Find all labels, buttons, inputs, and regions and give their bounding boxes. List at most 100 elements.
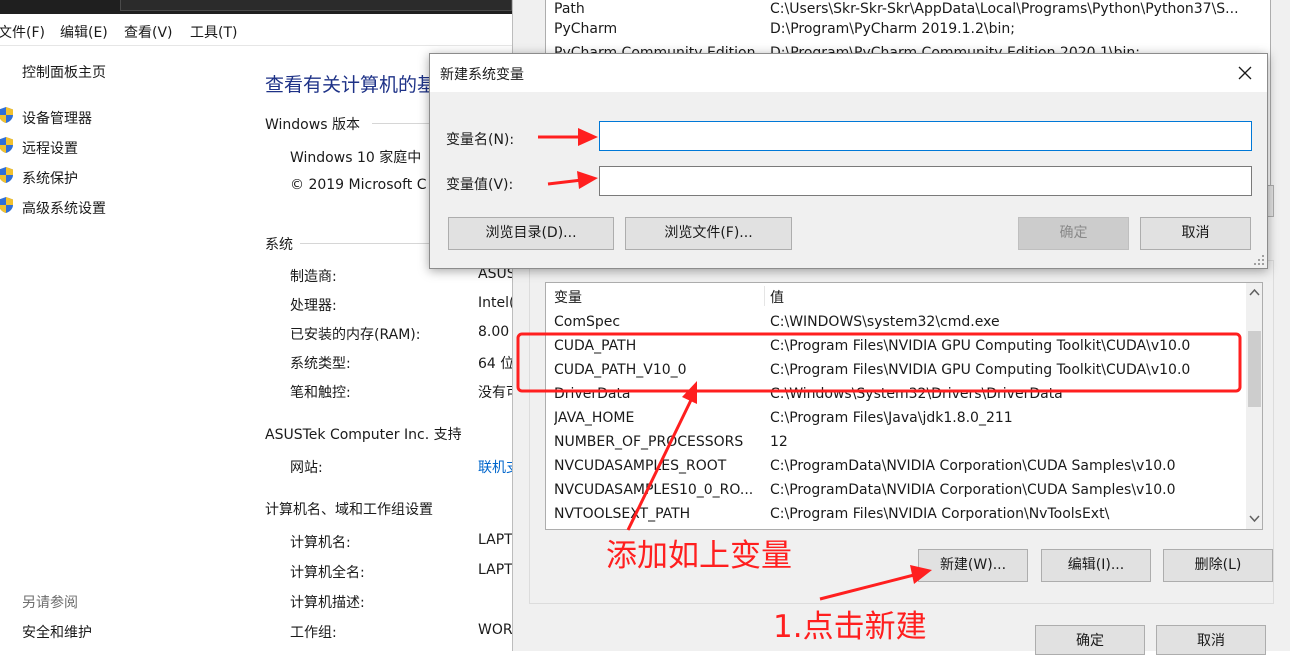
var-value: C:\ProgramData\NVIDIA Corporation\CUDA S… xyxy=(770,482,1176,498)
processor-value: Intel( xyxy=(478,295,512,311)
var-name: PyCharm xyxy=(554,21,618,37)
var-name: DriverData xyxy=(554,386,631,402)
shield-icon xyxy=(0,197,13,213)
cancel-button-label: 取消 xyxy=(1197,633,1225,649)
dialog-titlebar[interactable]: 新建系统变量 xyxy=(430,54,1267,92)
new-variable-button[interactable]: 新建(W)... xyxy=(918,549,1028,582)
table-row[interactable]: NVCUDASAMPLES_ROOT C:\ProgramData\NVIDIA … xyxy=(546,454,1262,478)
page-title: 查看有关计算机的基 xyxy=(265,74,437,96)
table-row[interactable]: DriverData C:\Windows\System32\Drivers\Dr… xyxy=(546,382,1262,406)
browse-directory-button[interactable]: 浏览目录(D)... xyxy=(448,217,614,250)
copyright-text: © 2019 Microsoft C xyxy=(290,177,427,193)
table-row[interactable]: NUMBER_OF_PROCESSORS 12 xyxy=(546,430,1262,454)
var-value: C:\Windows\System32\Drivers\DriverData xyxy=(770,386,1063,402)
address-bar-edge xyxy=(120,0,512,11)
table-row[interactable]: CUDA_PATH_V10_0 C:\Program Files\NVIDIA G… xyxy=(546,358,1262,382)
full-name-value: LAPT xyxy=(478,562,512,578)
dialog-title: 新建系统变量 xyxy=(440,67,524,83)
new-system-variable-dialog: 新建系统变量 变量名(N): 变量值(V): 浏览目录(D)... 浏览文件(F… xyxy=(429,53,1268,269)
var-name: CUDA_PATH xyxy=(554,338,637,354)
dialog-cancel-label: 取消 xyxy=(1181,225,1210,241)
nav-remote-settings[interactable]: 远程设置 xyxy=(22,138,78,158)
var-value: C:\Program Files\Java\jdk1.8.0_211 xyxy=(770,410,1013,426)
browse-file-button[interactable]: 浏览文件(F)... xyxy=(625,217,792,250)
var-name: CUDA_PATH_V10_0 xyxy=(554,362,687,378)
close-icon[interactable] xyxy=(1238,66,1252,80)
variable-value-input[interactable] xyxy=(599,166,1252,196)
menu-tools[interactable]: 工具(T) xyxy=(190,22,237,42)
edit-variable-button[interactable]: 编辑(I)... xyxy=(1041,549,1151,582)
shield-icon xyxy=(0,107,13,123)
manufacturer-label: 制造商: xyxy=(290,269,337,285)
nav-security-maintenance[interactable]: 安全和维护 xyxy=(22,622,92,642)
var-name: NUMBER_OF_PROCESSORS xyxy=(554,434,744,450)
windows-edition-heading: Windows 版本 xyxy=(265,117,360,133)
workgroup-label: 工作组: xyxy=(290,625,337,641)
new-button-label: 新建(W)... xyxy=(939,557,1007,573)
var-name: NVCUDASAMPLES10_0_RO... xyxy=(554,482,754,498)
scrollbar-thumb[interactable] xyxy=(1248,331,1261,407)
nav-device-manager[interactable]: 设备管理器 xyxy=(22,108,92,128)
table-row[interactable]: ComSpec C:\WINDOWS\system32\cmd.exe xyxy=(546,310,1262,334)
system-variables-list: 变量 值 ComSpec C:\WINDOWS\system32\cmd.exe … xyxy=(545,282,1263,530)
table-row[interactable]: JAVA_HOME C:\Program Files\Java\jdk1.8.0_… xyxy=(546,406,1262,430)
var-value: C:\ProgramData\NVIDIA Corporation\CUDA S… xyxy=(770,458,1176,474)
pen-touch-label: 笔和触控: xyxy=(290,385,351,401)
nav-system-protection[interactable]: 系统保护 xyxy=(22,168,78,188)
system-type-value: 64 位 xyxy=(478,356,512,372)
edit-button-label: 编辑(I)... xyxy=(1067,557,1125,573)
chevron-down-icon[interactable] xyxy=(1249,515,1260,523)
column-header-value[interactable]: 值 xyxy=(770,286,1250,310)
var-value: 12 xyxy=(770,434,788,450)
list-header: 变量 值 xyxy=(546,286,1262,310)
nav-control-panel-home[interactable]: 控制面板主页 xyxy=(22,62,106,82)
var-name: NVCUDASAMPLES_ROOT xyxy=(554,458,727,474)
delete-variable-button[interactable]: 删除(L) xyxy=(1163,549,1273,582)
browse-file-label: 浏览文件(F)... xyxy=(664,225,753,241)
pen-touch-value: 没有可 xyxy=(478,385,512,401)
online-support-link[interactable]: 联机支 xyxy=(478,457,512,477)
system-type-label: 系统类型: xyxy=(290,356,351,372)
dialog-cancel-button[interactable]: 取消 xyxy=(1140,217,1251,250)
list-item[interactable]: PyCharm D:\Program\PyCharm 2019.1.2\bin; xyxy=(546,17,1270,41)
chevron-up-icon[interactable] xyxy=(1249,288,1260,296)
computer-name-heading: 计算机名、域和工作组设置 xyxy=(265,502,433,518)
vertical-scrollbar[interactable] xyxy=(1246,283,1262,529)
column-header-name[interactable]: 变量 xyxy=(554,286,762,310)
delete-button-label: 删除(L) xyxy=(1194,557,1242,573)
variable-value-label: 变量值(V): xyxy=(446,177,514,193)
computer-name-value: LAPT xyxy=(478,532,512,548)
description-label: 计算机描述: xyxy=(290,595,365,611)
resize-grip-icon[interactable] xyxy=(1253,254,1265,266)
var-value: C:\Program Files\NVIDIA GPU Computing To… xyxy=(770,338,1191,354)
nav-advanced-system-settings[interactable]: 高级系统设置 xyxy=(22,198,106,218)
var-value: D:\Program\PyCharm 2019.1.2\bin; xyxy=(770,21,1015,37)
title-strip xyxy=(0,0,512,14)
website-label: 网站: xyxy=(290,460,323,476)
variable-name-label: 变量名(N): xyxy=(446,132,515,148)
var-value: C:\Program Files\NVIDIA Corporation\NvTo… xyxy=(770,506,1110,522)
table-row[interactable]: CUDA_PATH C:\Program Files\NVIDIA GPU Com… xyxy=(546,334,1262,358)
var-name: NVTOOLSEXT_PATH xyxy=(554,506,691,522)
menu-edit[interactable]: 编辑(E) xyxy=(60,22,108,42)
column-divider[interactable] xyxy=(764,286,765,306)
shield-icon xyxy=(0,137,13,153)
browse-directory-label: 浏览目录(D)... xyxy=(485,225,577,241)
table-row[interactable]: NVTOOLSEXT_PATH C:\Program Files\NVIDIA C… xyxy=(546,502,1262,526)
var-value: C:\Program Files\NVIDIA GPU Computing To… xyxy=(770,362,1191,378)
workgroup-value: WOR xyxy=(478,622,512,638)
table-row[interactable]: NVCUDASAMPLES10_0_RO... C:\ProgramData\NV… xyxy=(546,478,1262,502)
annotation-add-variables: 添加如上变量 xyxy=(606,538,792,574)
support-heading: ASUSTek Computer Inc. 支持 xyxy=(265,427,462,443)
ram-label: 已安装的内存(RAM): xyxy=(290,327,421,343)
menu-file[interactable]: 文件(F) xyxy=(0,22,45,42)
var-name: JAVA_HOME xyxy=(554,410,635,426)
menu-view[interactable]: 查看(V) xyxy=(124,22,173,42)
shield-icon xyxy=(0,167,13,183)
menu-bar: 文件(F) 编辑(E) 查看(V) 工具(T) xyxy=(0,14,512,46)
variable-name-input[interactable] xyxy=(599,121,1252,151)
var-name: ComSpec xyxy=(554,314,621,330)
var-value: C:\WINDOWS\system32\cmd.exe xyxy=(770,314,1000,330)
processor-label: 处理器: xyxy=(290,298,337,314)
dialog-ok-button[interactable]: 确定 xyxy=(1018,217,1129,250)
